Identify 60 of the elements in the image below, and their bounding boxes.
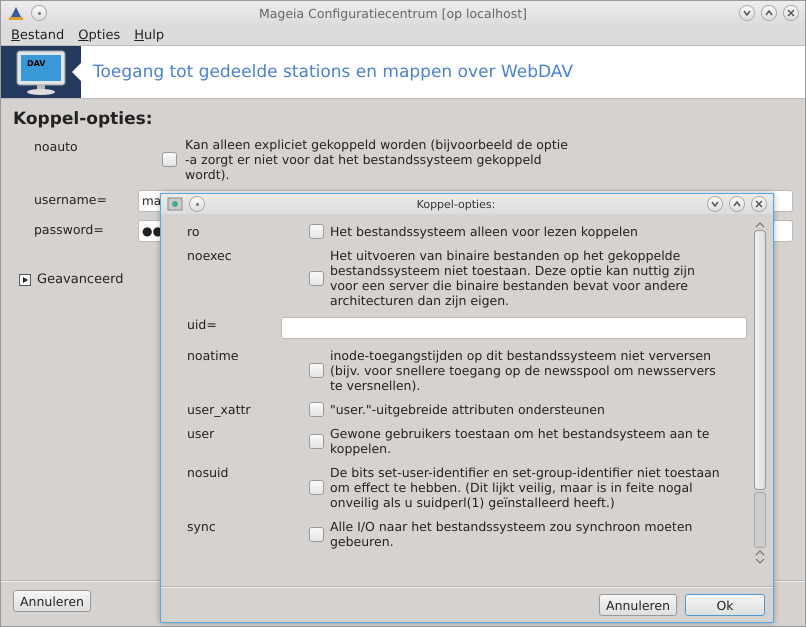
pin-button[interactable] — [189, 196, 205, 212]
maximize-button[interactable] — [761, 5, 777, 21]
option-label: noatime — [187, 348, 240, 365]
checkbox[interactable] — [309, 526, 324, 542]
drive-icon — [167, 196, 183, 212]
option-label: noauto — [34, 138, 79, 156]
input-field[interactable] — [281, 317, 747, 339]
option-description: De bits set-user-identifier en set-group-identifier niet toestaan om effect te hebben. (Dit lijkt veilig, maar is in feite nogal onveilig als u suidperl(1) geïnstalleerd heeft.) — [330, 465, 721, 510]
option-label: username= — [34, 191, 108, 209]
checkbox[interactable] — [162, 152, 177, 167]
scroll-up-icon[interactable] — [755, 222, 765, 228]
minimize-button[interactable] — [739, 5, 755, 21]
advanced-expander[interactable]: Geavanceerd — [13, 272, 124, 287]
option-label: sync — [187, 519, 217, 536]
option-label: uid= — [187, 317, 218, 334]
page-title: Toegang tot gedeelde stations en mappen over WebDAV — [93, 62, 573, 82]
chevron-down-icon — [710, 199, 720, 209]
option-label: ro — [187, 224, 201, 239]
checkbox[interactable] — [309, 363, 324, 378]
cancel-button[interactable]: Annuleren — [13, 590, 91, 612]
option-label: user_xattr — [187, 402, 252, 417]
close-icon — [786, 8, 796, 18]
option-description: Het uitvoeren van binaire bestanden op het gekoppelde bestandssysteem niet toestaan. Deze optie kan nuttig zijn voor een server die binaire bestanden bevat voor andere architecturen dan zijn eigen. — [330, 248, 696, 308]
pin-button[interactable] — [31, 5, 47, 21]
option-description: Het bestandssysteem alleen voor lezen koppelen — [330, 224, 639, 239]
monitor-icon — [16, 50, 66, 95]
option-label: nosuid — [187, 465, 230, 482]
minimize-button[interactable] — [707, 196, 723, 212]
scroll-down-icon[interactable] — [755, 558, 765, 564]
checkbox[interactable] — [309, 434, 324, 448]
icon-text: DAV — [27, 59, 46, 68]
menu-item[interactable]: Bestand — [11, 28, 64, 42]
option-description: Gewone gebruikers toestaan om het bestandsysteem aan te koppelen. — [330, 426, 710, 456]
option-description: inode-toegangstijden op dit bestandssysteem niet verversen (bijv. voor snellere toegang op de newsspool om newsservers te versnellen). — [330, 348, 717, 393]
menu-item[interactable]: Opties — [78, 28, 120, 42]
checkbox[interactable] — [309, 270, 324, 286]
checkbox[interactable] — [309, 480, 324, 495]
menu-item[interactable]: Hulp — [134, 28, 164, 42]
chevron-down-icon — [742, 8, 752, 18]
chevron-up-icon — [732, 199, 742, 209]
close-icon — [754, 199, 764, 209]
dialog-title: Koppel-opties: — [416, 198, 496, 210]
close-button[interactable] — [751, 196, 767, 212]
close-button[interactable] — [783, 5, 799, 21]
option-description: Kan alleen expliciet gekoppeld worden (bijvoorbeeld de optie -a zorgt er niet voor dat het bestandssysteem gekoppeld wordt). — [185, 137, 569, 182]
section-heading: Koppel-opties: — [13, 109, 154, 129]
option-label: noexec — [187, 248, 233, 265]
checkbox[interactable] — [309, 402, 324, 417]
scrollbar-thumb[interactable] — [754, 230, 766, 490]
option-label: password= — [34, 221, 105, 239]
option-description: "user."-uitgebreide attributen ondersteunen — [330, 402, 606, 417]
maximize-button[interactable] — [729, 196, 745, 212]
ok-button[interactable]: Ok — [685, 594, 765, 616]
cancel-button[interactable]: Annuleren — [599, 594, 677, 616]
option-description: Alle I/O naar het bestandssysteem zou synchroon moeten gebeuren. — [330, 519, 694, 549]
option-label: user — [187, 426, 216, 443]
checkbox[interactable] — [309, 224, 324, 239]
scroll-up-icon[interactable] — [755, 550, 765, 556]
chevron-up-icon — [764, 8, 774, 18]
window-title: Mageia Configuratiecentrum [op localhost] — [258, 6, 528, 20]
